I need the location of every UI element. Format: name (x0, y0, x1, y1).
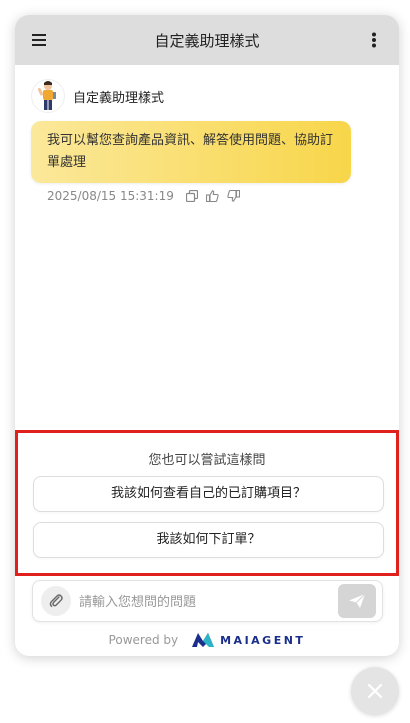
hamburger-menu-icon[interactable] (27, 27, 53, 53)
thumbs-down-icon[interactable] (227, 190, 240, 202)
chat-widget: 自定義助理樣式 自定義助理樣式 我可以幫您查詢產品資訊、解答使用問題、協助訂單處… (15, 15, 399, 656)
close-icon[interactable] (351, 667, 399, 715)
suggestion-button[interactable]: 我該如何查看自己的已訂購項目？ (33, 476, 384, 512)
bot-identity: 自定義助理樣式 (31, 79, 164, 113)
message-timestamp: 2025/08/15 15:31:19 (47, 189, 174, 203)
thumbs-up-icon[interactable] (205, 190, 219, 202)
chat-messages: 自定義助理樣式 我可以幫您查詢產品資訊、解答使用問題、協助訂單處理 2025/0… (15, 65, 399, 425)
powered-by: Powered by MAIAGENT (15, 630, 399, 650)
header-title: 自定義助理樣式 (154, 31, 260, 50)
bot-message-bubble: 我可以幫您查詢產品資訊、解答使用問題、協助訂單處理 (31, 121, 351, 183)
message-meta: 2025/08/15 15:31:19 (47, 189, 240, 203)
copy-icon[interactable] (185, 190, 198, 202)
suggested-questions: 您也可以嘗試這樣問 我該如何查看自己的已訂購項目？ 我該如何下訂單？ (15, 430, 399, 576)
send-icon[interactable] (338, 584, 376, 618)
powered-by-label: Powered by (108, 633, 179, 647)
bot-avatar (31, 79, 65, 113)
paperclip-icon[interactable] (41, 586, 71, 616)
message-input[interactable] (79, 589, 329, 615)
brand-logo[interactable]: MAIAGENT (192, 633, 305, 647)
brand-name: MAIAGENT (220, 633, 306, 647)
maiagent-logo-icon (192, 633, 215, 647)
more-vertical-icon[interactable] (361, 27, 387, 53)
message-composer (32, 580, 383, 622)
suggestion-button[interactable]: 我該如何下訂單？ (33, 522, 384, 558)
suggestions-title: 您也可以嘗試這樣問 (148, 453, 266, 468)
chat-header: 自定義助理樣式 (15, 15, 399, 65)
bot-name: 自定義助理樣式 (73, 90, 165, 106)
